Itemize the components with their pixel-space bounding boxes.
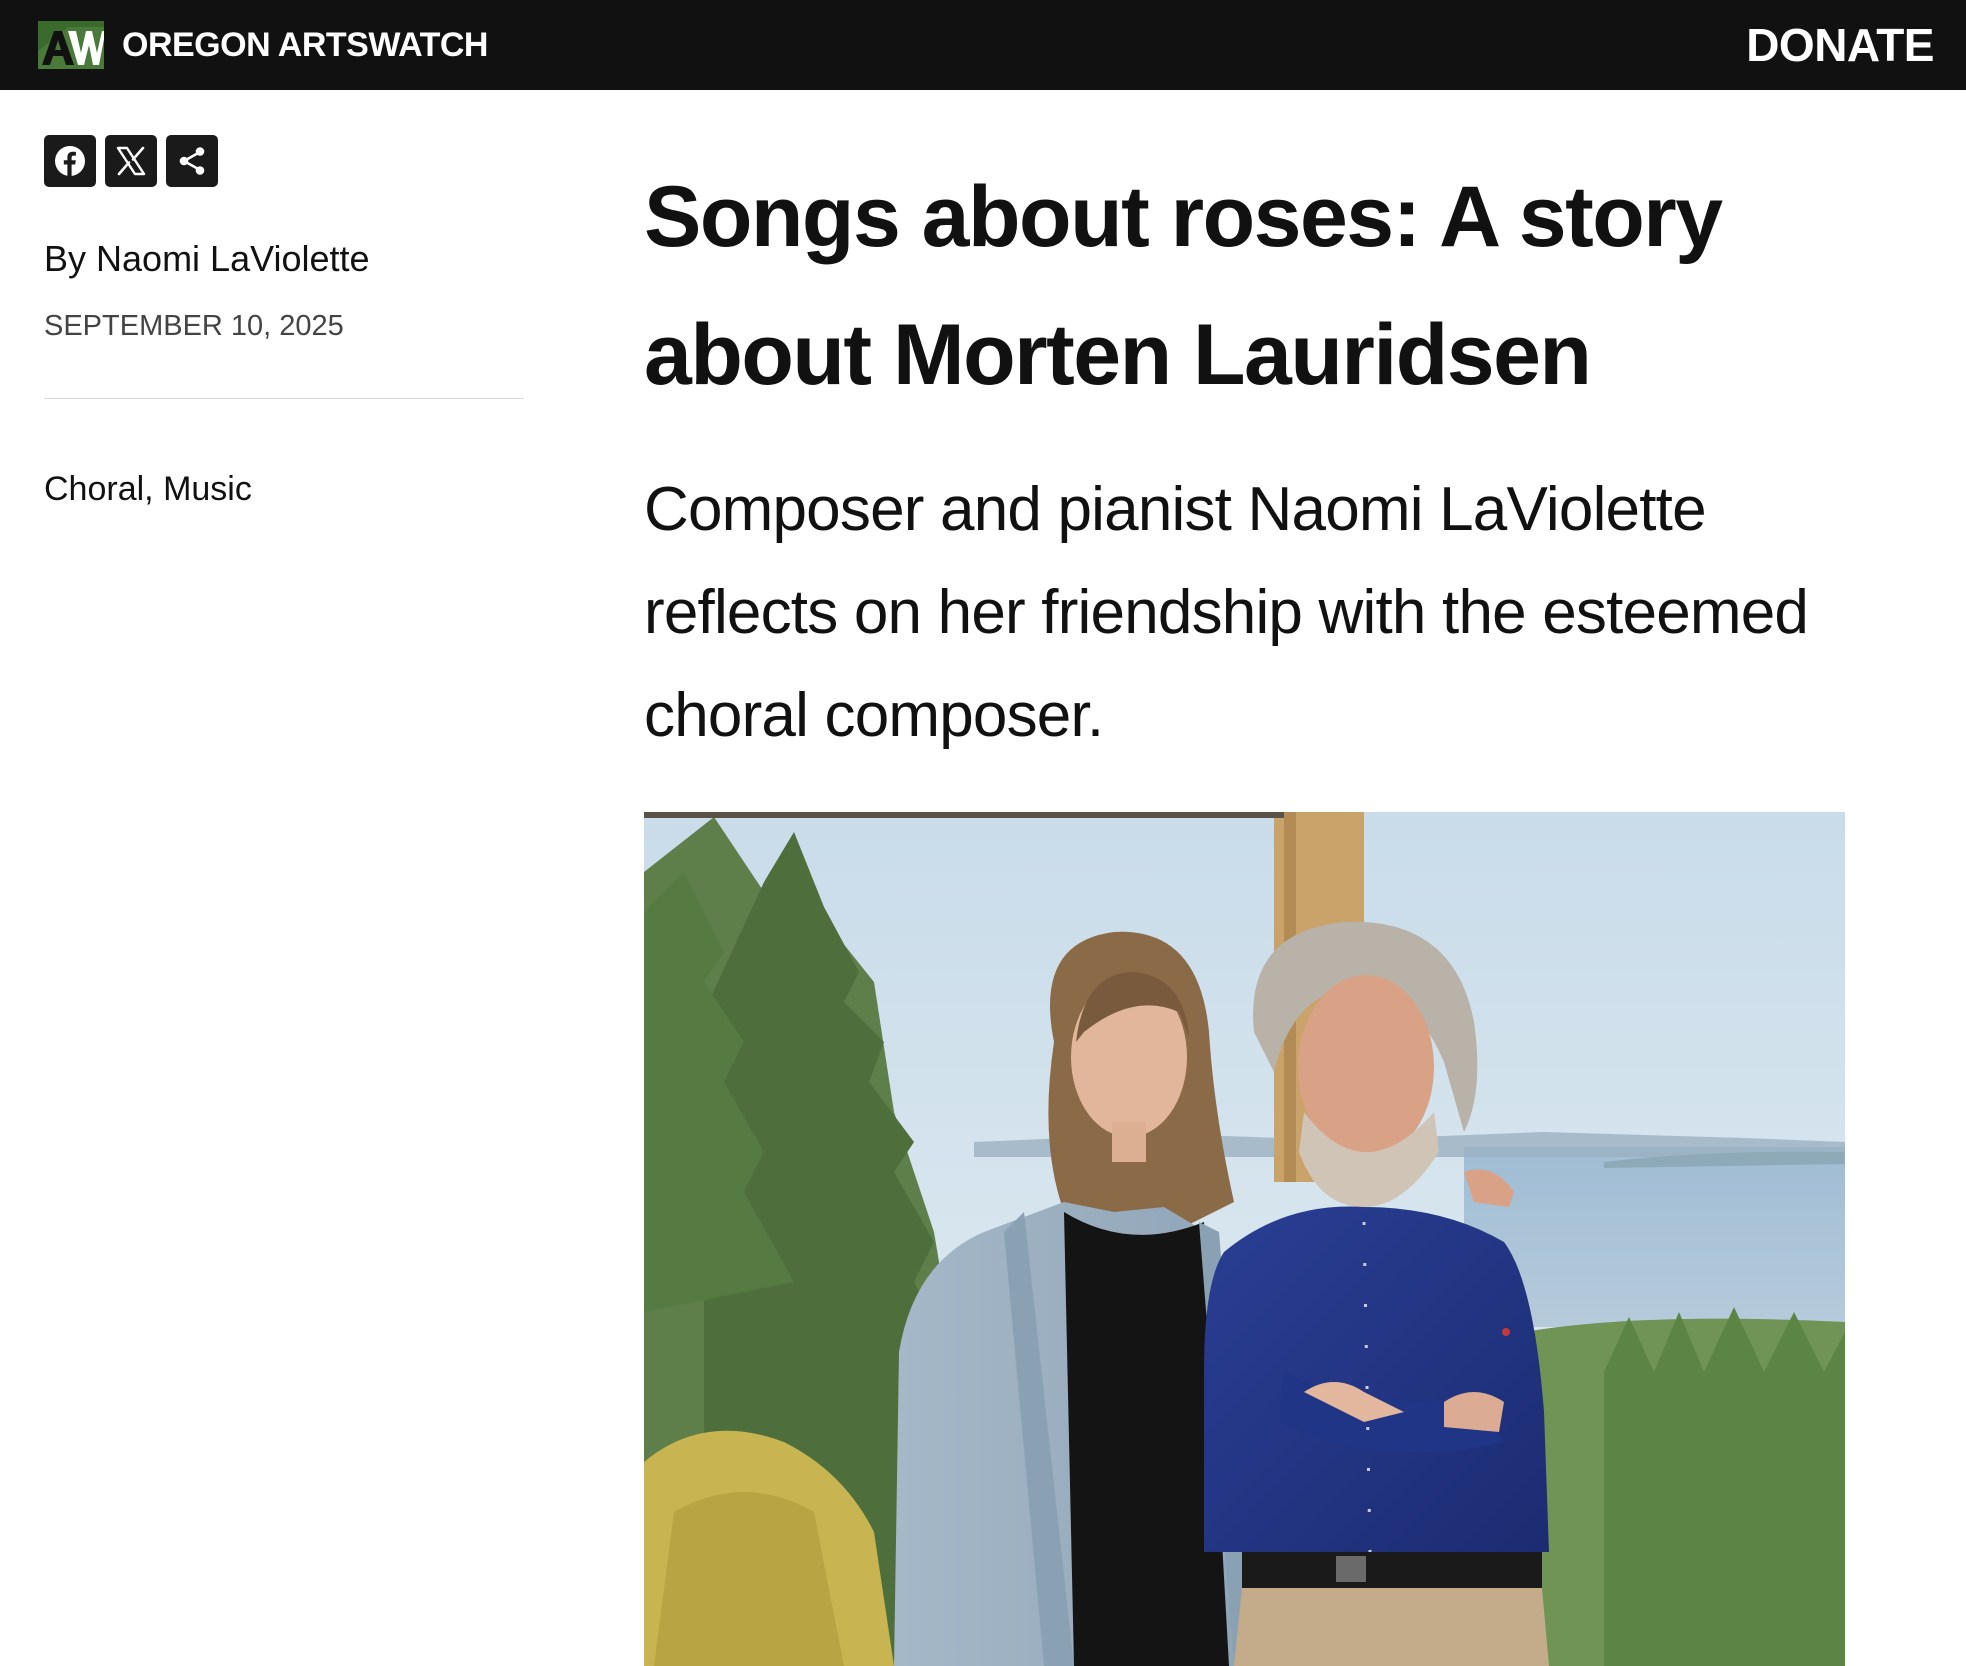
category-separator: , <box>144 470 164 508</box>
x-icon <box>116 146 146 176</box>
artswatch-logo <box>38 21 104 69</box>
author-link[interactable]: Naomi LaViolette <box>96 238 370 279</box>
article-dek: Composer and pianist Naomi LaViolette re… <box>644 475 1809 750</box>
publish-date: SEPTEMBER 10, 2025 <box>44 310 344 342</box>
x-share-button[interactable] <box>105 135 157 187</box>
article-title: Songs about roses: A story about Morten … <box>644 169 1723 403</box>
site-logo-link[interactable]: OREGON ARTSWATCH <box>38 20 488 70</box>
byline: By Naomi LaViolette <box>44 238 370 280</box>
site-name: OREGON ARTSWATCH <box>122 25 488 64</box>
share-buttons <box>44 135 218 187</box>
meta-divider <box>44 398 524 399</box>
share-icon <box>179 147 205 175</box>
byline-prefix: By <box>44 238 87 279</box>
category-link-choral[interactable]: Choral <box>44 470 144 508</box>
featured-photo <box>644 812 1845 1666</box>
facebook-icon <box>55 146 85 176</box>
category-link-music[interactable]: Music <box>163 470 252 508</box>
category-list: Choral, Music <box>44 470 252 509</box>
facebook-share-button[interactable] <box>44 135 96 187</box>
site-header: OREGON ARTSWATCH DONATE <box>0 0 1966 90</box>
share-button[interactable] <box>166 135 218 187</box>
donate-link[interactable]: DONATE <box>1746 22 1934 68</box>
